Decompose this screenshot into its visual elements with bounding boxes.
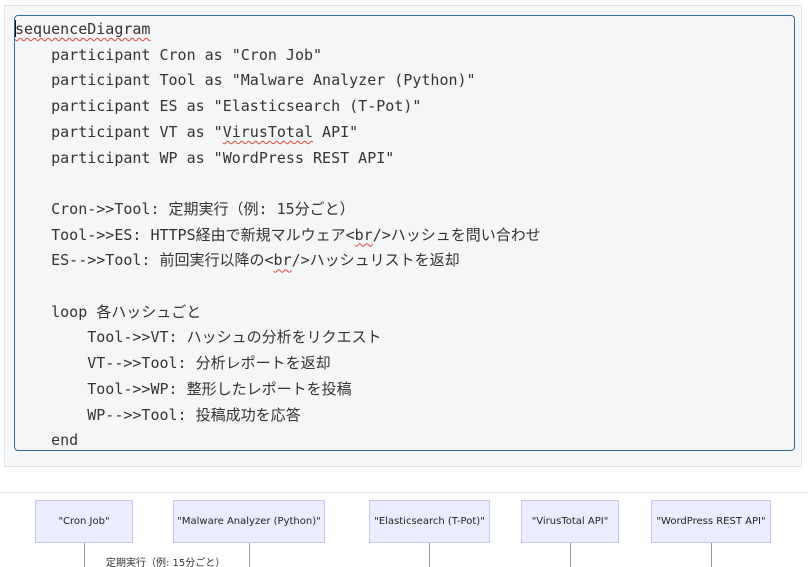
participant-cron: "Cron Job" — [35, 500, 133, 543]
spellcheck-token: br — [354, 225, 373, 244]
code-line: participant ES as "Elasticsearch (T-Pot)… — [51, 97, 422, 116]
participant-vt: "VirusTotal API" — [521, 500, 619, 543]
code-line: ES-->>Tool: 前回実行以降の<br/>ハッシュリストを返却 — [51, 251, 460, 270]
code-line: Tool->>WP: 整形したレポートを投稿 — [87, 379, 352, 398]
lifeline-tool — [249, 543, 250, 567]
code-line: VT-->>Tool: 分析レポートを返却 — [87, 354, 331, 373]
lifeline-cron — [84, 543, 85, 567]
spellcheck-token: sequenceDiagram — [15, 20, 151, 38]
code-line: participant WP as "WordPress REST API" — [51, 148, 395, 167]
code-line: end — [51, 431, 79, 450]
lifeline-es — [429, 543, 430, 567]
code-line: sequenceDiagram — [15, 16, 150, 42]
spellcheck-token: VirusTotal — [222, 122, 314, 141]
code-editor[interactable]: sequenceDiagram participant Cron as "Cro… — [14, 15, 795, 451]
code-line: Tool->>VT: ハッシュの分析をリクエスト — [87, 328, 382, 347]
participant-es: "Elasticsearch (T-Pot)" — [369, 500, 490, 543]
spellcheck-token: br — [273, 251, 292, 270]
code-line: loop 各ハッシュごと — [51, 302, 202, 321]
code-line: WP-->>Tool: 投稿成功を応答 — [87, 405, 301, 424]
lifeline-vt — [570, 543, 571, 567]
code-line: participant Cron as "Cron Job" — [51, 45, 323, 64]
participant-wp: "WordPress REST API" — [651, 500, 771, 543]
code-editor-panel: sequenceDiagram participant Cron as "Cro… — [4, 5, 802, 467]
code-line: Cron->>Tool: 定期実行（例: 15分ごと） — [51, 199, 355, 218]
message-label: 定期実行（例: 15分ごと） — [106, 558, 226, 567]
participant-tool: "Malware Analyzer (Python)" — [173, 500, 325, 543]
lifeline-wp — [711, 543, 712, 567]
code-line: participant Tool as "Malware Analyzer (P… — [51, 71, 476, 90]
code-line: Tool->>ES: HTTPS経由で新規マルウェア<br/>ハッシュを問い合わ… — [51, 225, 541, 244]
sequence-diagram-preview: "Cron Job" "Malware Analyzer (Python)" "… — [0, 493, 808, 567]
code-line: participant VT as "VirusTotal API" — [51, 122, 359, 141]
